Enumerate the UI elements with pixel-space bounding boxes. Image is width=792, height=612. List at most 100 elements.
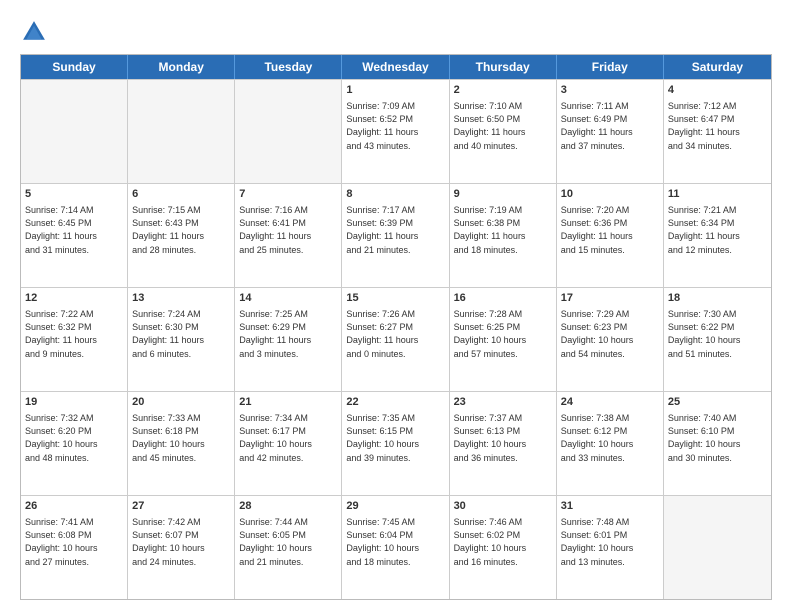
weekday-header: Tuesday	[235, 55, 342, 79]
day-number: 10	[561, 187, 659, 202]
day-25: 25Sunrise: 7:40 AM Sunset: 6:10 PM Dayli…	[664, 392, 771, 495]
day-12: 12 Sunrise: 7:22 AM Sunset: 6:32 PM Dayli…	[21, 288, 128, 391]
day-number: 21	[239, 395, 337, 410]
day-number: 31	[561, 499, 659, 514]
day-number: 11	[668, 187, 767, 202]
weekday-header: Sunday	[21, 55, 128, 79]
weekday-header: Thursday	[450, 55, 557, 79]
page: SundayMondayTuesdayWednesdayThursdayFrid…	[0, 0, 792, 612]
day-number: 17	[561, 291, 659, 306]
day-number: 1	[346, 83, 444, 98]
day-17: 17 Sunrise: 7:29 AM Sunset: 6:23 PM Dayli…	[557, 288, 664, 391]
day-info: Sunrise: 7:10 AM Sunset: 6:50 PM Dayligh…	[454, 100, 552, 152]
weekday-header: Saturday	[664, 55, 771, 79]
day-number: 16	[454, 291, 552, 306]
day-15: 15 Sunrise: 7:26 AM Sunset: 6:27 PM Dayli…	[342, 288, 449, 391]
empty-cell	[664, 496, 771, 599]
day-3: 3Sunrise: 7:11 AM Sunset: 6:49 PM Daylig…	[557, 80, 664, 183]
day-info: Sunrise: 7:44 AM Sunset: 6:05 PM Dayligh…	[239, 516, 337, 568]
day-info: Sunrise: 7:45 AM Sunset: 6:04 PM Dayligh…	[346, 516, 444, 568]
day-info: Sunrise: 7:30 AM Sunset: 6:22 PM Dayligh…	[668, 308, 767, 360]
day-number: 5	[25, 187, 123, 202]
day-number: 4	[668, 83, 767, 98]
day-4: 4 Sunrise: 7:12 AM Sunset: 6:47 PM Daylig…	[664, 80, 771, 183]
day-number: 29	[346, 499, 444, 514]
empty-cell	[21, 80, 128, 183]
week-row-4: 19 Sunrise: 7:32 AM Sunset: 6:20 PM Dayli…	[21, 391, 771, 495]
day-info: Sunrise: 7:21 AM Sunset: 6:34 PM Dayligh…	[668, 204, 767, 256]
day-number: 24	[561, 395, 659, 410]
day-number: 6	[132, 187, 230, 202]
day-info: Sunrise: 7:20 AM Sunset: 6:36 PM Dayligh…	[561, 204, 659, 256]
day-info: Sunrise: 7:22 AM Sunset: 6:32 PM Dayligh…	[25, 308, 123, 360]
day-info: Sunrise: 7:41 AM Sunset: 6:08 PM Dayligh…	[25, 516, 123, 568]
empty-cell	[235, 80, 342, 183]
day-14: 14Sunrise: 7:25 AM Sunset: 6:29 PM Dayli…	[235, 288, 342, 391]
day-number: 26	[25, 499, 123, 514]
day-number: 13	[132, 291, 230, 306]
day-number: 27	[132, 499, 230, 514]
calendar: SundayMondayTuesdayWednesdayThursdayFrid…	[20, 54, 772, 600]
logo	[20, 18, 52, 46]
day-10: 10 Sunrise: 7:20 AM Sunset: 6:36 PM Dayli…	[557, 184, 664, 287]
day-number: 15	[346, 291, 444, 306]
day-number: 19	[25, 395, 123, 410]
day-5: 5 Sunrise: 7:14 AM Sunset: 6:45 PM Daylig…	[21, 184, 128, 287]
day-22: 22 Sunrise: 7:35 AM Sunset: 6:15 PM Dayli…	[342, 392, 449, 495]
empty-cell	[128, 80, 235, 183]
day-info: Sunrise: 7:26 AM Sunset: 6:27 PM Dayligh…	[346, 308, 444, 360]
day-20: 20Sunrise: 7:33 AM Sunset: 6:18 PM Dayli…	[128, 392, 235, 495]
day-26: 26 Sunrise: 7:41 AM Sunset: 6:08 PM Dayli…	[21, 496, 128, 599]
day-number: 28	[239, 499, 337, 514]
day-info: Sunrise: 7:28 AM Sunset: 6:25 PM Dayligh…	[454, 308, 552, 360]
calendar-body: 1 Sunrise: 7:09 AM Sunset: 6:52 PM Daylig…	[21, 79, 771, 599]
day-info: Sunrise: 7:35 AM Sunset: 6:15 PM Dayligh…	[346, 412, 444, 464]
day-number: 22	[346, 395, 444, 410]
day-23: 23 Sunrise: 7:37 AM Sunset: 6:13 PM Dayli…	[450, 392, 557, 495]
day-number: 30	[454, 499, 552, 514]
day-30: 30 Sunrise: 7:46 AM Sunset: 6:02 PM Dayli…	[450, 496, 557, 599]
day-number: 23	[454, 395, 552, 410]
day-info: Sunrise: 7:48 AM Sunset: 6:01 PM Dayligh…	[561, 516, 659, 568]
week-row-5: 26 Sunrise: 7:41 AM Sunset: 6:08 PM Dayli…	[21, 495, 771, 599]
logo-icon	[20, 18, 48, 46]
week-row-2: 5 Sunrise: 7:14 AM Sunset: 6:45 PM Daylig…	[21, 183, 771, 287]
week-row-3: 12 Sunrise: 7:22 AM Sunset: 6:32 PM Dayli…	[21, 287, 771, 391]
day-8: 8 Sunrise: 7:17 AM Sunset: 6:39 PM Daylig…	[342, 184, 449, 287]
day-2: 2 Sunrise: 7:10 AM Sunset: 6:50 PM Daylig…	[450, 80, 557, 183]
day-number: 9	[454, 187, 552, 202]
day-info: Sunrise: 7:42 AM Sunset: 6:07 PM Dayligh…	[132, 516, 230, 568]
day-info: Sunrise: 7:24 AM Sunset: 6:30 PM Dayligh…	[132, 308, 230, 360]
day-number: 3	[561, 83, 659, 98]
day-info: Sunrise: 7:34 AM Sunset: 6:17 PM Dayligh…	[239, 412, 337, 464]
day-18: 18Sunrise: 7:30 AM Sunset: 6:22 PM Dayli…	[664, 288, 771, 391]
day-27: 27 Sunrise: 7:42 AM Sunset: 6:07 PM Dayli…	[128, 496, 235, 599]
day-info: Sunrise: 7:15 AM Sunset: 6:43 PM Dayligh…	[132, 204, 230, 256]
day-info: Sunrise: 7:25 AM Sunset: 6:29 PM Dayligh…	[239, 308, 337, 360]
day-info: Sunrise: 7:17 AM Sunset: 6:39 PM Dayligh…	[346, 204, 444, 256]
day-number: 7	[239, 187, 337, 202]
day-info: Sunrise: 7:33 AM Sunset: 6:18 PM Dayligh…	[132, 412, 230, 464]
day-13: 13 Sunrise: 7:24 AM Sunset: 6:30 PM Dayli…	[128, 288, 235, 391]
day-info: Sunrise: 7:37 AM Sunset: 6:13 PM Dayligh…	[454, 412, 552, 464]
day-info: Sunrise: 7:12 AM Sunset: 6:47 PM Dayligh…	[668, 100, 767, 152]
day-11: 11 Sunrise: 7:21 AM Sunset: 6:34 PM Dayli…	[664, 184, 771, 287]
day-6: 6 Sunrise: 7:15 AM Sunset: 6:43 PM Daylig…	[128, 184, 235, 287]
day-19: 19 Sunrise: 7:32 AM Sunset: 6:20 PM Dayli…	[21, 392, 128, 495]
day-info: Sunrise: 7:14 AM Sunset: 6:45 PM Dayligh…	[25, 204, 123, 256]
day-number: 8	[346, 187, 444, 202]
day-21: 21 Sunrise: 7:34 AM Sunset: 6:17 PM Dayli…	[235, 392, 342, 495]
day-28: 28 Sunrise: 7:44 AM Sunset: 6:05 PM Dayli…	[235, 496, 342, 599]
weekday-header: Monday	[128, 55, 235, 79]
day-info: Sunrise: 7:09 AM Sunset: 6:52 PM Dayligh…	[346, 100, 444, 152]
day-29: 29 Sunrise: 7:45 AM Sunset: 6:04 PM Dayli…	[342, 496, 449, 599]
week-row-1: 1 Sunrise: 7:09 AM Sunset: 6:52 PM Daylig…	[21, 79, 771, 183]
day-info: Sunrise: 7:19 AM Sunset: 6:38 PM Dayligh…	[454, 204, 552, 256]
weekday-header: Friday	[557, 55, 664, 79]
day-number: 12	[25, 291, 123, 306]
day-info: Sunrise: 7:29 AM Sunset: 6:23 PM Dayligh…	[561, 308, 659, 360]
day-24: 24Sunrise: 7:38 AM Sunset: 6:12 PM Dayli…	[557, 392, 664, 495]
day-number: 2	[454, 83, 552, 98]
day-info: Sunrise: 7:32 AM Sunset: 6:20 PM Dayligh…	[25, 412, 123, 464]
day-info: Sunrise: 7:46 AM Sunset: 6:02 PM Dayligh…	[454, 516, 552, 568]
